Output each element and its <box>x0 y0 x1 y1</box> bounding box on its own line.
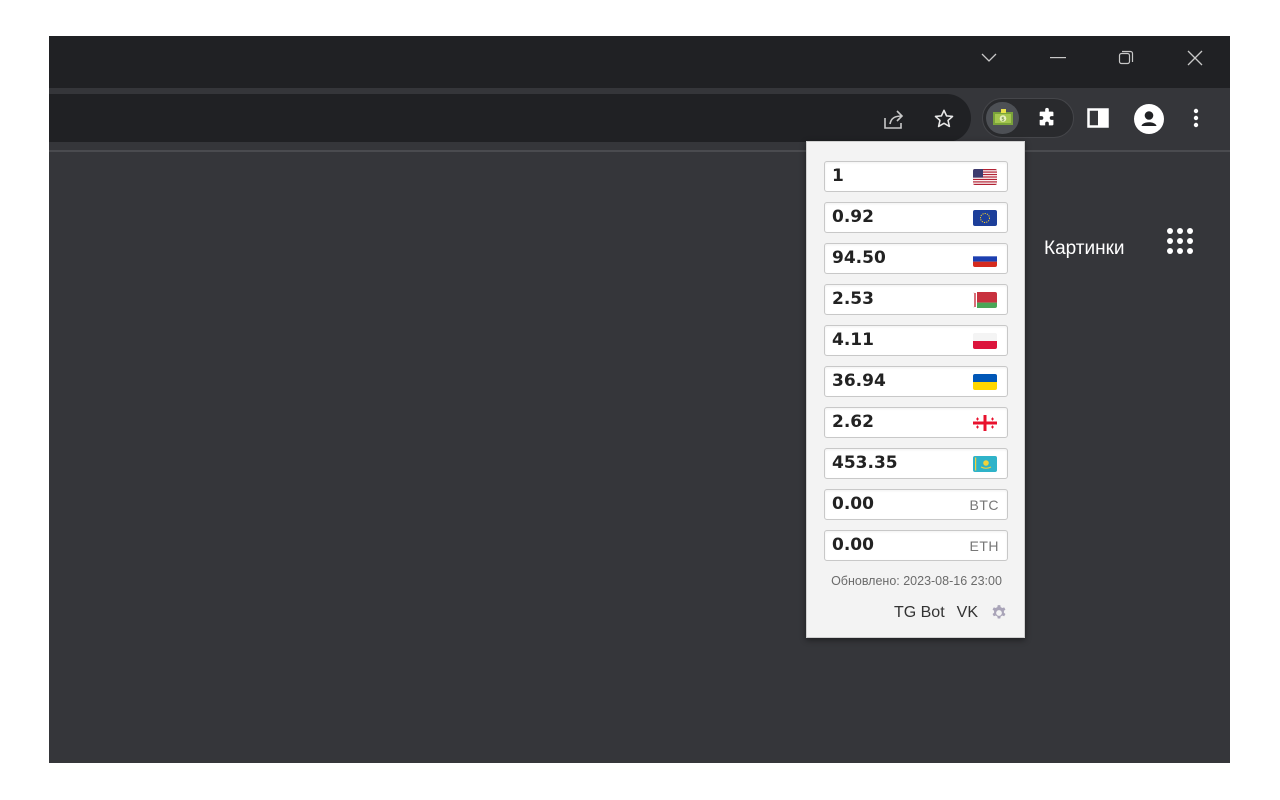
bookmark-star-icon <box>934 109 954 128</box>
rate-row-rub[interactable]: 94.50 <box>824 243 1008 274</box>
flag-ru-icon <box>973 251 997 267</box>
vk-link[interactable]: VK <box>957 604 978 622</box>
title-bar <box>49 36 1230 88</box>
rate-row-eur[interactable]: 0.92 <box>824 202 1008 233</box>
rate-value[interactable]: 2.53 <box>832 289 874 309</box>
rate-value[interactable]: 1 <box>832 166 844 186</box>
flag-ua-icon <box>973 374 997 390</box>
close-icon <box>1187 50 1203 66</box>
minimize-button[interactable] <box>1024 36 1092 80</box>
toolbar: $ <box>49 88 1230 148</box>
extensions-button[interactable] <box>1034 105 1060 131</box>
rate-row-uah[interactable]: 36.94 <box>824 366 1008 397</box>
profile-button[interactable] <box>1133 103 1165 135</box>
extensions-puzzle-icon <box>1039 107 1054 126</box>
svg-text:$: $ <box>1001 117 1005 123</box>
side-panel-button[interactable] <box>1085 105 1111 131</box>
rate-row-eth[interactable]: 0.00 ETH <box>824 530 1008 561</box>
page-content: Картинки <box>49 152 1230 763</box>
rate-value[interactable]: 2.62 <box>832 412 874 432</box>
apps-grid-icon[interactable] <box>1167 228 1193 254</box>
close-button[interactable] <box>1161 36 1229 80</box>
flag-eu-icon <box>973 210 997 226</box>
flag-pl-icon <box>973 333 997 349</box>
images-link[interactable]: Картинки <box>1044 238 1125 260</box>
currency-code: BTC <box>969 497 999 513</box>
menu-kebab-icon <box>1193 108 1199 128</box>
share-button[interactable] <box>881 106 907 132</box>
currency-extension-icon: $ <box>992 109 1013 125</box>
menu-button[interactable] <box>1183 105 1209 131</box>
rate-value[interactable]: 36.94 <box>832 371 886 391</box>
chevron-down-icon <box>981 53 997 62</box>
bookmark-button[interactable] <box>931 106 957 132</box>
updated-timestamp: Обновлено: 2023-08-16 23:00 <box>831 574 1002 588</box>
popup-footer-links: TG Bot VK <box>894 604 1008 622</box>
rate-row-usd[interactable]: 1 <box>824 161 1008 192</box>
rate-row-gel[interactable]: 2.62 <box>824 407 1008 438</box>
flag-ge-icon <box>973 415 997 431</box>
rate-row-btc[interactable]: 0.00 BTC <box>824 489 1008 520</box>
rates-list: 1 0.92 94.50 2.53 4.11 36.94 2.62 453.35… <box>824 161 1008 571</box>
flag-us-icon <box>973 169 997 185</box>
browser-window: $ Картинки <box>49 36 1230 763</box>
rate-value[interactable]: 0.00 <box>832 535 874 555</box>
share-icon <box>884 110 904 129</box>
tg-bot-link[interactable]: TG Bot <box>894 604 945 622</box>
rate-value[interactable]: 0.00 <box>832 494 874 514</box>
currency-extension-button[interactable]: $ <box>986 102 1019 134</box>
rate-row-pln[interactable]: 4.11 <box>824 325 1008 356</box>
rate-value[interactable]: 4.11 <box>832 330 874 350</box>
tab-search-button[interactable] <box>955 36 1023 80</box>
profile-icon <box>1134 104 1164 134</box>
address-bar[interactable] <box>49 94 971 142</box>
gear-icon[interactable] <box>990 604 1008 622</box>
currency-popup: 1 0.92 94.50 2.53 4.11 36.94 2.62 453.35… <box>806 141 1025 638</box>
extensions-group: $ <box>982 98 1074 138</box>
rate-value[interactable]: 0.92 <box>832 207 874 227</box>
rate-value[interactable]: 94.50 <box>832 248 886 268</box>
restore-icon <box>1118 50 1134 65</box>
currency-code: ETH <box>969 538 999 554</box>
flag-by-icon <box>973 292 997 308</box>
side-panel-icon <box>1087 108 1109 128</box>
rate-row-kzt[interactable]: 453.35 <box>824 448 1008 479</box>
flag-kz-icon <box>973 456 997 472</box>
restore-button[interactable] <box>1092 36 1160 80</box>
rate-value[interactable]: 453.35 <box>832 453 898 473</box>
rate-row-byn[interactable]: 2.53 <box>824 284 1008 315</box>
minimize-icon <box>1050 57 1066 59</box>
